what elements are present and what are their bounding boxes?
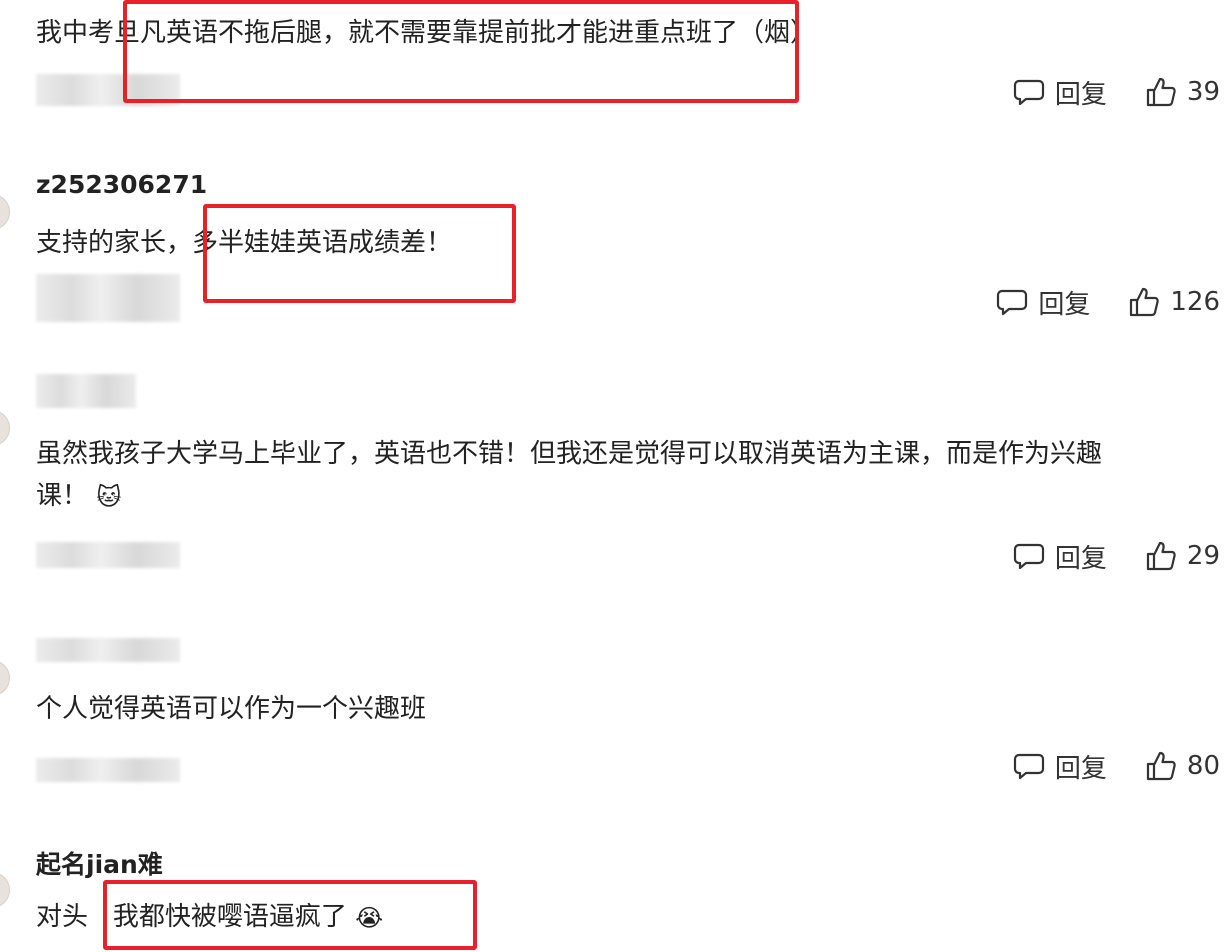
blurred-username bbox=[36, 638, 180, 662]
like-count: 126 bbox=[1170, 287, 1220, 317]
speech-bubble-icon bbox=[997, 289, 1028, 316]
comment-actions: 回复 29 bbox=[1013, 536, 1220, 576]
comment-text: 虽然我孩子大学马上毕业了，英语也不错！但我还是觉得可以取消英语为主课，而是作为兴… bbox=[36, 433, 1226, 518]
like-button[interactable]: 80 bbox=[1145, 750, 1220, 782]
like-button[interactable]: 39 bbox=[1145, 76, 1220, 108]
reply-label: 回复 bbox=[1054, 79, 1107, 110]
thumbs-up-icon bbox=[1146, 751, 1176, 781]
like-count: 80 bbox=[1186, 751, 1220, 781]
thumbs-up-icon bbox=[1130, 287, 1160, 317]
comment-actions: 回复 39 bbox=[1013, 72, 1220, 112]
reply-button[interactable]: 回复 bbox=[1013, 74, 1107, 111]
reply-label: 回复 bbox=[1054, 753, 1107, 784]
blurred-meta bbox=[36, 758, 180, 782]
highlight-box bbox=[103, 880, 477, 950]
reply-button[interactable]: 回复 bbox=[996, 284, 1090, 321]
highlight-box bbox=[203, 204, 516, 303]
cat-emoji: 🐱 bbox=[96, 482, 122, 511]
username[interactable]: 起名jian难 bbox=[36, 845, 163, 881]
highlight-box bbox=[123, 0, 799, 103]
reply-label: 回复 bbox=[1054, 543, 1107, 574]
comment-actions: 回复 126 bbox=[996, 282, 1220, 322]
comment-text: 个人觉得英语可以作为一个兴趣班 bbox=[36, 694, 427, 724]
like-button[interactable]: 29 bbox=[1145, 540, 1220, 572]
like-button[interactable]: 126 bbox=[1128, 286, 1220, 318]
avatar bbox=[0, 872, 10, 908]
like-count: 29 bbox=[1186, 541, 1220, 571]
blurred-meta bbox=[36, 274, 180, 322]
speech-bubble-icon bbox=[1013, 543, 1044, 570]
like-count: 39 bbox=[1186, 77, 1220, 107]
reply-button[interactable]: 回复 bbox=[1013, 538, 1107, 575]
thumbs-up-icon bbox=[1146, 541, 1176, 571]
comment-actions: 回复 80 bbox=[1013, 746, 1220, 786]
username[interactable]: z252306271 bbox=[36, 170, 207, 199]
blurred-meta bbox=[36, 542, 180, 568]
reply-button[interactable]: 回复 bbox=[1013, 748, 1107, 785]
avatar bbox=[0, 194, 10, 230]
speech-bubble-icon bbox=[1013, 753, 1044, 780]
speech-bubble-icon bbox=[1013, 79, 1044, 106]
reply-label: 回复 bbox=[1038, 289, 1091, 320]
thumbs-up-icon bbox=[1146, 77, 1176, 107]
avatar bbox=[0, 660, 10, 696]
blurred-username bbox=[36, 374, 136, 408]
avatar bbox=[0, 410, 10, 446]
